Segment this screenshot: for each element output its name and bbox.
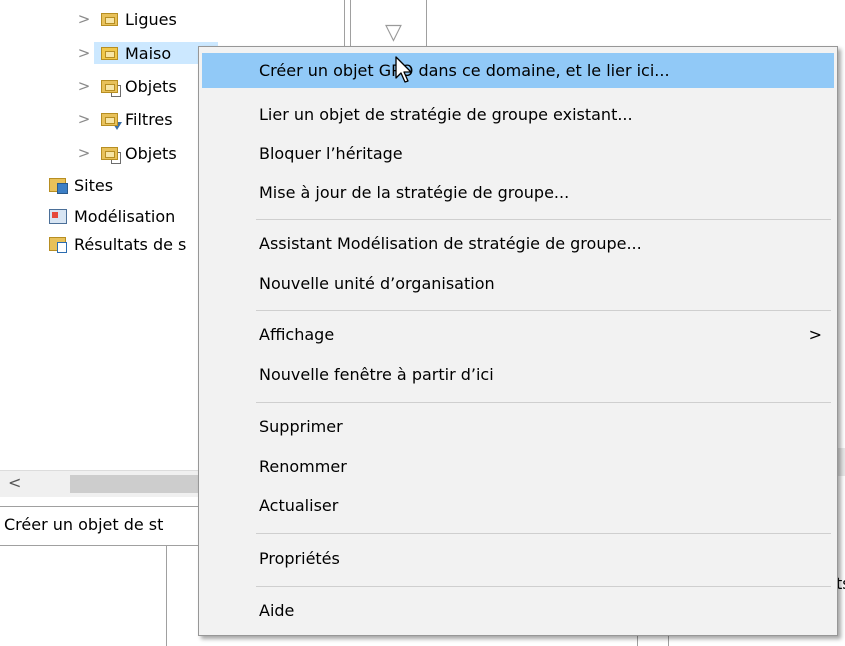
pane-splitter[interactable] bbox=[344, 0, 345, 46]
tree-item-label: Objets bbox=[125, 76, 177, 96]
menu-item-delete[interactable]: Supprimer bbox=[202, 409, 834, 444]
scrollbar-thumb[interactable] bbox=[70, 475, 205, 493]
menu-separator bbox=[256, 310, 831, 311]
menu-item-view[interactable]: Affichage > bbox=[202, 317, 834, 352]
menu-separator bbox=[256, 533, 831, 534]
menu-item-link-existing-gpo[interactable]: Lier un objet de stratégie de groupe exi… bbox=[202, 97, 834, 132]
menu-item-new-ou[interactable]: Nouvelle unité d’organisation bbox=[202, 266, 834, 301]
scroll-left-icon[interactable]: < bbox=[8, 473, 21, 492]
menu-separator bbox=[256, 402, 831, 403]
starter-gpo-icon bbox=[100, 145, 121, 164]
menu-item-create-gpo[interactable]: Créer un objet GPO dans ce domaine, et l… bbox=[202, 53, 834, 88]
context-menu: Créer un objet GPO dans ce domaine, et l… bbox=[198, 46, 838, 636]
right-pane-header-strip bbox=[838, 448, 845, 476]
tree-item-label: Résultats de s bbox=[74, 234, 187, 254]
menu-item-label: Affichage bbox=[259, 325, 335, 344]
submenu-arrow-icon: > bbox=[808, 325, 822, 344]
tree-item-label: Filtres bbox=[125, 109, 173, 129]
gpo-folder-icon bbox=[100, 78, 121, 97]
tree-item-maison[interactable]: > Maiso bbox=[76, 42, 171, 64]
results-icon bbox=[49, 236, 68, 253]
menu-item-modeling-wizard[interactable]: Assistant Modélisation de stratégie de g… bbox=[202, 226, 834, 261]
menu-item-group-policy-update[interactable]: Mise à jour de la stratégie de groupe... bbox=[202, 175, 834, 210]
tree-item-modelisation[interactable]: Modélisation bbox=[49, 205, 175, 227]
sites-icon bbox=[49, 177, 68, 194]
chevron-right-icon[interactable]: > bbox=[76, 77, 92, 95]
menu-separator bbox=[256, 219, 831, 220]
menu-item-block-inheritance[interactable]: Bloquer l’héritage bbox=[202, 136, 834, 171]
status-top-border bbox=[0, 506, 205, 507]
folder-icon bbox=[100, 11, 119, 27]
wmi-filter-icon bbox=[100, 111, 122, 130]
tree-item-label: Maiso bbox=[125, 43, 172, 63]
horizontal-scrollbar[interactable]: < bbox=[0, 470, 205, 497]
tree-item-objets-starter[interactable]: > Objets bbox=[76, 142, 177, 164]
chevron-right-icon[interactable]: > bbox=[76, 44, 92, 62]
menu-separator bbox=[256, 586, 831, 587]
menu-item-properties[interactable]: Propriétés bbox=[202, 541, 834, 576]
chevron-right-icon[interactable]: > bbox=[76, 144, 92, 162]
chevron-right-icon[interactable]: > bbox=[76, 110, 92, 128]
tree-item-filtres-wmi[interactable]: > Filtres bbox=[76, 108, 173, 130]
mouse-cursor-icon bbox=[395, 56, 412, 83]
bottom-column-divider bbox=[166, 545, 167, 646]
pane-splitter-inner bbox=[350, 0, 351, 46]
tree-item-label: Modélisation bbox=[74, 206, 176, 226]
tree-item-label: Sites bbox=[74, 175, 114, 195]
tree-item-resultats[interactable]: Résultats de s bbox=[49, 233, 186, 255]
tree-item-ligues[interactable]: > Ligues bbox=[76, 8, 177, 30]
status-bottom-border bbox=[0, 545, 205, 546]
tree-item-sites[interactable]: Sites bbox=[49, 174, 113, 196]
menu-item-refresh[interactable]: Actualiser bbox=[202, 488, 834, 523]
chevron-right-icon[interactable]: > bbox=[76, 10, 92, 28]
column-divider bbox=[426, 0, 427, 46]
sort-arrow-icon: ▽ bbox=[385, 20, 402, 45]
menu-item-new-window[interactable]: Nouvelle fenêtre à partir d’ici bbox=[202, 357, 834, 392]
folder-icon bbox=[100, 45, 119, 61]
menu-item-rename[interactable]: Renommer bbox=[202, 449, 834, 484]
modeling-icon bbox=[49, 208, 68, 224]
tree-item-label: Ligues bbox=[125, 9, 177, 29]
status-text: Créer un objet de st bbox=[4, 515, 164, 534]
tree-item-objets-gpo[interactable]: > Objets bbox=[76, 75, 177, 97]
menu-item-help[interactable]: Aide bbox=[202, 593, 834, 628]
tree-item-label: Objets bbox=[125, 143, 177, 163]
